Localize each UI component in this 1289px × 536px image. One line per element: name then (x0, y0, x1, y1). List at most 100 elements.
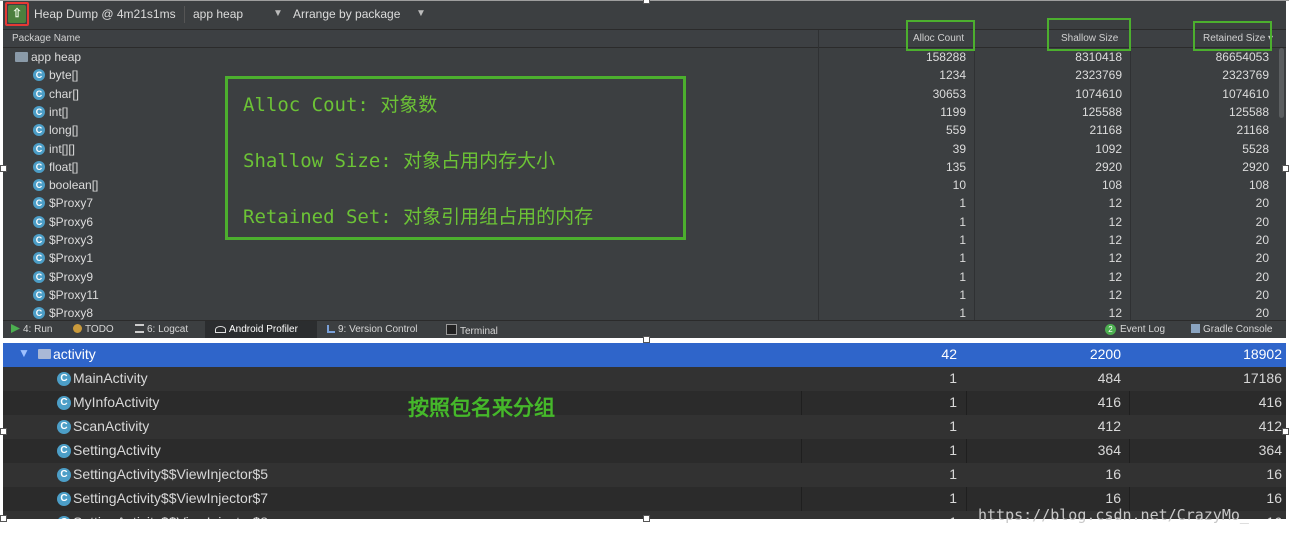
table-row[interactable]: C ScanActivity 1 412 412 (3, 415, 1286, 439)
shallow-size-cell: 12 (1108, 306, 1122, 321)
event-log-tab[interactable]: 2 Event Log (1105, 324, 1165, 335)
class-icon: C (57, 468, 71, 482)
resize-handle[interactable] (0, 515, 7, 522)
table-row[interactable]: C SettingActivity$$ViewInjector$5 1 16 16 (3, 463, 1286, 487)
alloc-count-cell: 158288 (925, 50, 966, 64)
class-name: float[] (49, 159, 79, 174)
alloc-count-cell: 39 (952, 141, 966, 156)
todo-tab[interactable]: TODO (73, 324, 114, 335)
shallow-size-cell: 16 (1105, 490, 1121, 506)
class-name: SettingActivity$$ViewInjector$8 (73, 514, 268, 519)
shallow-size-cell: 12 (1108, 269, 1122, 284)
export-button-highlight (5, 2, 29, 26)
terminal-tab[interactable]: Terminal (446, 324, 498, 337)
class-name: ScanActivity (73, 418, 150, 434)
class-name: long[] (49, 123, 79, 138)
retained-size-cell: 5528 (1242, 141, 1269, 156)
heap-dump-panel: ⇧ Heap Dump @ 4m21s1ms app heap ▼ Arrang… (3, 0, 1286, 338)
class-name: SettingActivity$$ViewInjector$5 (73, 466, 269, 482)
shallow-size-cell: 12 (1108, 287, 1122, 302)
shallow-size-cell: 2920 (1095, 159, 1122, 174)
column-package-name[interactable]: Package Name (12, 33, 80, 44)
class-name: $Proxy6 (49, 214, 94, 229)
alloc-count-cell: 559 (945, 123, 966, 138)
chevron-down-icon[interactable]: ▼ (273, 8, 283, 19)
alloc-count-highlight (906, 20, 975, 51)
class-name: byte[] (49, 68, 79, 83)
table-row[interactable]: C MainActivity 1 484 17186 (3, 367, 1286, 391)
gradle-console-tab[interactable]: Gradle Console (1191, 324, 1272, 335)
retained-size-cell: 125588 (1228, 104, 1269, 119)
retained-size-cell: 20 (1255, 196, 1269, 211)
alloc-count-cell: 1199 (940, 104, 966, 119)
annotation-alloc: Alloc Cout: 对象数 (243, 94, 438, 116)
run-tab[interactable]: 4: Run (11, 324, 52, 335)
logcat-tab[interactable]: 6: Logcat (135, 324, 188, 335)
retained-size-cell: 20 (1255, 287, 1269, 302)
arrange-select[interactable]: Arrange by package (293, 7, 400, 21)
retained-size-cell: 18902 (1243, 346, 1282, 362)
watermark: https://blog.csdn.net/CrazyMo_ (978, 506, 1249, 524)
alloc-count-cell: 1 (959, 251, 966, 266)
heap-select[interactable]: app heap (193, 7, 243, 21)
resize-handle[interactable] (1282, 428, 1289, 435)
table-row[interactable]: C MyInfoActivity 1 416 416 (3, 391, 1286, 415)
alloc-count-cell: 1 (949, 442, 957, 458)
alloc-count-cell: 1 (949, 418, 957, 434)
class-icon: C (33, 307, 45, 320)
expand-triangle-icon[interactable]: ▼ (18, 346, 30, 360)
console-icon (1191, 324, 1200, 333)
shallow-size-cell: 2200 (1089, 346, 1121, 362)
resize-handle[interactable] (1282, 165, 1289, 172)
shallow-size-highlight (1047, 18, 1131, 51)
shallow-size-cell: 416 (1097, 394, 1121, 410)
retained-size-highlight (1193, 21, 1272, 51)
resize-handle[interactable] (643, 0, 650, 4)
vertical-scrollbar[interactable] (1279, 48, 1284, 118)
alloc-count-cell: 1 (803, 514, 957, 519)
retained-size-cell: 21168 (1236, 123, 1269, 138)
shallow-size-cell: 484 (1097, 370, 1121, 386)
heap-dump-title: Heap Dump @ 4m21s1ms (34, 7, 176, 21)
shallow-size-cell: 108 (1101, 178, 1122, 193)
terminal-icon (446, 324, 457, 335)
shallow-size-cell: 12 (1108, 233, 1122, 247)
class-icon: C (33, 87, 45, 100)
table-row[interactable]: C SettingActivity 1 364 364 (3, 439, 1286, 463)
class-name: $Proxy9 (49, 269, 94, 284)
retained-size-cell: 16 (1266, 490, 1282, 506)
class-icon: C (33, 105, 45, 118)
annotation-retained: Retained Set: 对象引用组占用的内存 (243, 206, 594, 228)
table-row[interactable]: C $Proxy11 1 12 20 (3, 286, 1286, 304)
alloc-count-cell: 1 (949, 466, 957, 482)
version-control-tab[interactable]: 9: Version Control (327, 324, 418, 335)
alloc-count-cell: 10 (952, 178, 966, 193)
table-row[interactable]: C $Proxy9 1 12 20 (3, 268, 1286, 286)
retained-size-cell: 20 (1255, 306, 1269, 321)
android-profiler-tab[interactable]: Android Profiler (215, 324, 298, 335)
resize-handle[interactable] (0, 428, 7, 435)
table-row[interactable]: C $Proxy1 1 12 20 (3, 249, 1286, 267)
class-icon: C (33, 270, 45, 283)
class-icon: C (33, 234, 45, 246)
retained-size-cell: 16 (1266, 466, 1282, 482)
class-name: $Proxy11 (49, 287, 99, 302)
resize-handle[interactable] (643, 515, 650, 522)
alloc-count-cell: 1 (959, 306, 966, 321)
todo-icon (73, 324, 82, 333)
retained-size-cell: 416 (1258, 394, 1282, 410)
profiler-icon (215, 326, 226, 333)
retained-size-cell: 2920 (1242, 159, 1269, 174)
alloc-count-cell: 1 (949, 370, 957, 386)
chevron-down-icon[interactable]: ▼ (416, 8, 426, 19)
selected-table-row[interactable]: ▼ activity 42 2200 18902 (3, 343, 1286, 367)
retained-size-cell: 412 (1258, 418, 1282, 434)
class-name: MyInfoActivity (73, 394, 160, 410)
resize-handle[interactable] (643, 336, 650, 343)
retained-size-cell: 1074610 (1222, 86, 1269, 101)
shallow-size-cell: 16 (1105, 466, 1121, 482)
alloc-count-cell: 1 (949, 490, 957, 506)
shallow-size-cell: 1092 (1095, 141, 1122, 156)
class-icon: C (33, 124, 45, 137)
resize-handle[interactable] (0, 165, 7, 172)
